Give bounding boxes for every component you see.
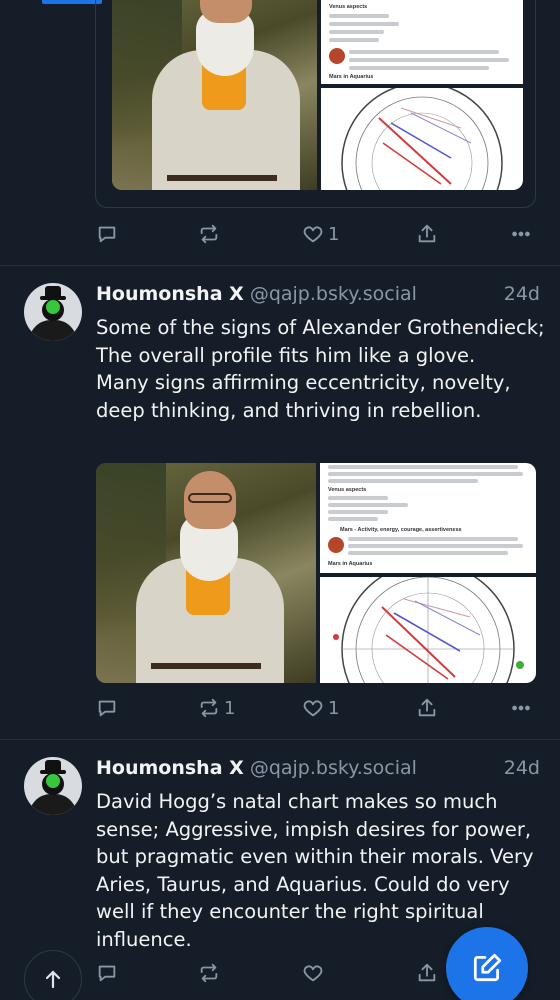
arrow-up-icon	[45, 970, 61, 989]
share-upload-icon	[418, 698, 436, 717]
post-timestamp[interactable]: 24d	[504, 283, 540, 305]
post-header: Houmonsha X @qajp.bsky.social 24d	[96, 283, 540, 313]
reply-button[interactable]	[96, 219, 122, 249]
feed-post[interactable]: Houmonsha X @qajp.bsky.social 24d Some o…	[0, 266, 560, 740]
heart-icon	[303, 700, 323, 717]
heart-icon	[303, 226, 323, 243]
horoscope-text-image[interactable]: Venus aspects Mars - Activity, energy, c…	[320, 463, 536, 573]
like-button[interactable]: 1	[302, 219, 339, 249]
feed-post[interactable]: Venus aspects Mars in Aquarius 1	[0, 0, 560, 266]
post-image-grid[interactable]: Venus aspects Mars - Activity, energy, c…	[96, 463, 536, 683]
portrait-photo[interactable]	[96, 463, 316, 683]
repost-button[interactable]	[198, 219, 224, 249]
quoted-post-card[interactable]: Venus aspects Mars in Aquarius	[95, 0, 536, 208]
post-header: Houmonsha X @qajp.bsky.social 24d	[96, 757, 540, 787]
natal-chart-image[interactable]	[321, 88, 523, 190]
repost-count: 1	[224, 697, 236, 719]
user-handle[interactable]: @qajp.bsky.social	[250, 283, 417, 305]
share-upload-icon	[418, 224, 436, 243]
speech-bubble-icon	[98, 965, 116, 982]
reply-button[interactable]	[96, 693, 122, 723]
like-count: 1	[328, 697, 340, 719]
repost-arrows-icon	[200, 963, 218, 983]
share-upload-icon	[418, 963, 436, 982]
repost-arrows-icon	[200, 224, 218, 244]
speech-bubble-icon	[98, 226, 116, 243]
more-options-button[interactable]	[510, 219, 532, 249]
avatar[interactable]	[24, 757, 82, 815]
post-text: Some of the signs of Alexander Grothendi…	[96, 316, 545, 422]
repost-arrows-icon	[200, 698, 218, 718]
display-name[interactable]: Houmonsha X	[96, 283, 244, 305]
repost-button[interactable]	[198, 958, 224, 988]
like-button[interactable]	[302, 958, 328, 988]
share-button[interactable]	[416, 219, 438, 249]
share-button[interactable]	[416, 693, 438, 723]
post-actions: 1 1	[96, 693, 536, 723]
scroll-to-top-button[interactable]	[24, 950, 82, 1000]
natal-chart-image[interactable]	[320, 577, 536, 683]
pencil-square-icon	[473, 953, 502, 982]
horoscope-text-image[interactable]: Venus aspects Mars in Aquarius	[321, 0, 523, 84]
speech-bubble-icon	[98, 700, 116, 717]
user-handle[interactable]: @qajp.bsky.social	[250, 757, 417, 779]
ellipsis-icon	[512, 231, 530, 237]
heart-icon	[303, 965, 323, 982]
share-button[interactable]	[416, 958, 438, 988]
display-name[interactable]: Houmonsha X	[96, 757, 244, 779]
like-count: 1	[328, 223, 340, 245]
reply-button[interactable]	[96, 958, 122, 988]
portrait-photo[interactable]	[112, 0, 317, 190]
post-actions: 1	[96, 219, 536, 249]
compose-post-button[interactable]	[446, 927, 528, 1000]
like-button[interactable]: 1	[302, 693, 339, 723]
ellipsis-icon	[512, 705, 530, 711]
avatar[interactable]	[24, 283, 82, 341]
repost-button[interactable]: 1	[198, 693, 235, 723]
post-image-grid[interactable]: Venus aspects Mars in Aquarius	[112, 0, 523, 190]
more-options-button[interactable]	[510, 693, 532, 723]
post-timestamp[interactable]: 24d	[504, 757, 540, 779]
